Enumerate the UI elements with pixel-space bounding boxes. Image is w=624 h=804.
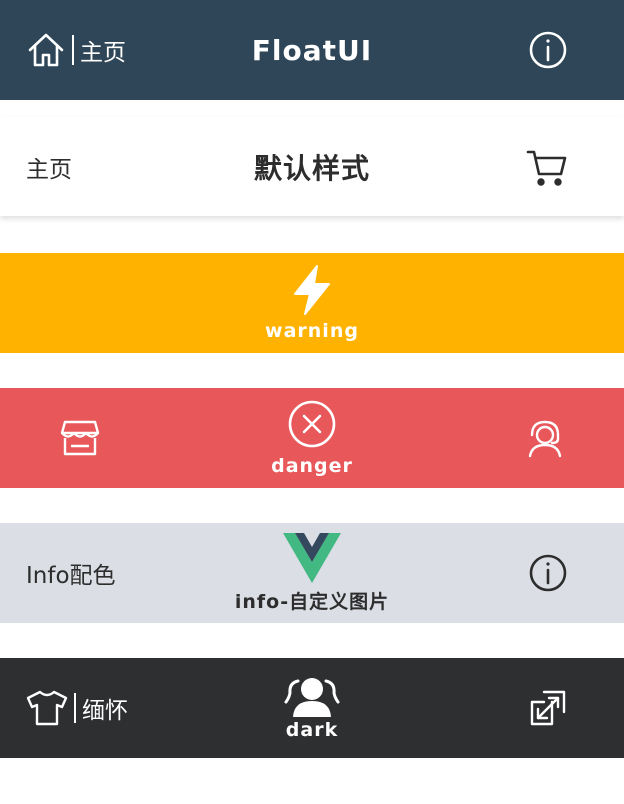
info-circle-icon[interactable] <box>528 30 568 70</box>
headset-icon[interactable] <box>526 418 564 458</box>
separator <box>74 693 76 723</box>
navbar-right <box>484 117 624 216</box>
home-icon <box>26 30 66 70</box>
vue-logo <box>283 532 341 583</box>
danger-label: danger <box>271 455 353 477</box>
dark-label: dark <box>285 719 339 741</box>
dark-back-button[interactable]: 缅怀 <box>26 689 128 727</box>
dark-left-label: 缅怀 <box>82 698 128 724</box>
shop-icon[interactable] <box>60 419 100 457</box>
home-link[interactable]: 主页 <box>26 150 72 184</box>
info-left-label[interactable]: Info配色 <box>26 556 116 590</box>
tshirt-icon <box>26 689 68 727</box>
navbar-left: Info配色 <box>0 523 140 623</box>
warning-label: warning <box>265 320 359 342</box>
page-title: FloatUI <box>251 33 373 67</box>
navbar-right <box>484 523 624 623</box>
group-icon <box>284 675 340 717</box>
navbar-left: 缅怀 <box>0 658 140 758</box>
navbar-danger: danger <box>0 388 624 488</box>
close-circle-icon[interactable] <box>287 399 337 449</box>
home-back-button[interactable]: 主页 <box>26 30 126 70</box>
navbar-warning: warning <box>0 253 624 353</box>
navbar-left <box>0 388 140 488</box>
external-link-icon[interactable] <box>528 688 568 728</box>
navbar-dark: 缅怀 dark <box>0 658 624 758</box>
info-label: info-自定义图片 <box>234 590 390 613</box>
navbar-left: 主页 <box>0 117 140 216</box>
navbar-right <box>484 0 624 100</box>
cart-icon[interactable] <box>526 147 568 187</box>
navbar-center: warning <box>0 253 624 353</box>
navbar-right <box>484 658 624 758</box>
separator <box>72 35 74 65</box>
home-label: 主页 <box>80 40 126 66</box>
lightning-icon <box>289 264 335 316</box>
navbar-info: Info配色 info-自定义图片 <box>0 523 624 623</box>
page-title: 默认样式 <box>253 151 370 185</box>
navbar-default: 主页 默认样式 <box>0 117 624 216</box>
info-circle-icon[interactable] <box>528 553 568 593</box>
navbar-left: 主页 <box>0 0 140 100</box>
navbar-primary: 主页 FloatUI <box>0 0 624 100</box>
navbar-right <box>484 388 624 488</box>
